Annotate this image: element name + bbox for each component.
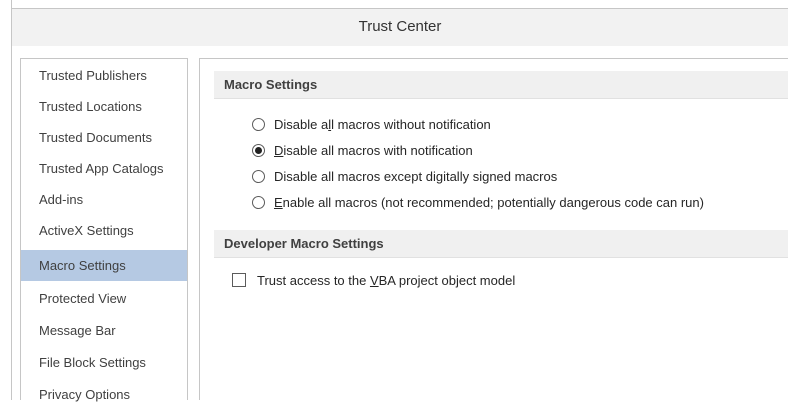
title-bar: Trust Center [11,8,788,46]
sidebar-item-trusted-locations[interactable]: Trusted Locations [21,91,187,122]
radio-circle[interactable] [252,117,265,131]
window-frame-edge [11,0,12,8]
radio-disable-except-signed[interactable]: Disable all macros except digitally sign… [252,165,557,187]
checkbox-label: Trust access to the VBA project object m… [257,272,516,288]
radio-circle[interactable] [252,169,265,183]
checkbox-trust-vba-access[interactable]: Trust access to the VBA project object m… [232,269,515,291]
macro-settings-header: Macro Settings [214,71,788,99]
sidebar-nav: Trusted Publishers Trusted Locations Tru… [20,58,188,402]
window-title: Trust Center [358,18,442,35]
checkbox-box[interactable] [232,273,246,287]
sidebar-item-message-bar[interactable]: Message Bar [21,315,187,346]
settings-panel: Macro Settings Disable all macros withou… [199,58,788,400]
radio-enable-all-macros[interactable]: Enable all macros (not recommended; pote… [252,191,704,213]
radio-disable-all-with-notification[interactable]: Disable all macros with notification [252,139,473,161]
sidebar-item-trusted-publishers[interactable]: Trusted Publishers [21,60,187,91]
option-label: Disable all macros without notification [274,116,491,132]
sidebar-item-add-ins[interactable]: Add-ins [21,184,187,215]
sidebar-item-file-block-settings[interactable]: File Block Settings [21,347,187,378]
sidebar-item-macro-settings[interactable]: Macro Settings [21,250,187,281]
radio-circle[interactable] [252,195,265,209]
developer-macro-settings-header: Developer Macro Settings [214,230,788,258]
radio-circle-selected[interactable] [252,143,265,157]
radio-disable-all-no-notification[interactable]: Disable all macros without notification [252,113,491,135]
option-label: Disable all macros with notification [274,142,473,158]
sidebar-item-trusted-documents[interactable]: Trusted Documents [21,122,187,153]
sidebar-item-activex-settings[interactable]: ActiveX Settings [21,215,187,246]
option-label: Disable all macros except digitally sign… [274,168,558,184]
sidebar-item-trusted-app-catalogs[interactable]: Trusted App Catalogs [21,153,187,184]
sidebar-item-protected-view[interactable]: Protected View [21,283,187,314]
sidebar-item-privacy-options[interactable]: Privacy Options [21,379,187,410]
option-label: Enable all macros (not recommended; pote… [274,194,704,210]
